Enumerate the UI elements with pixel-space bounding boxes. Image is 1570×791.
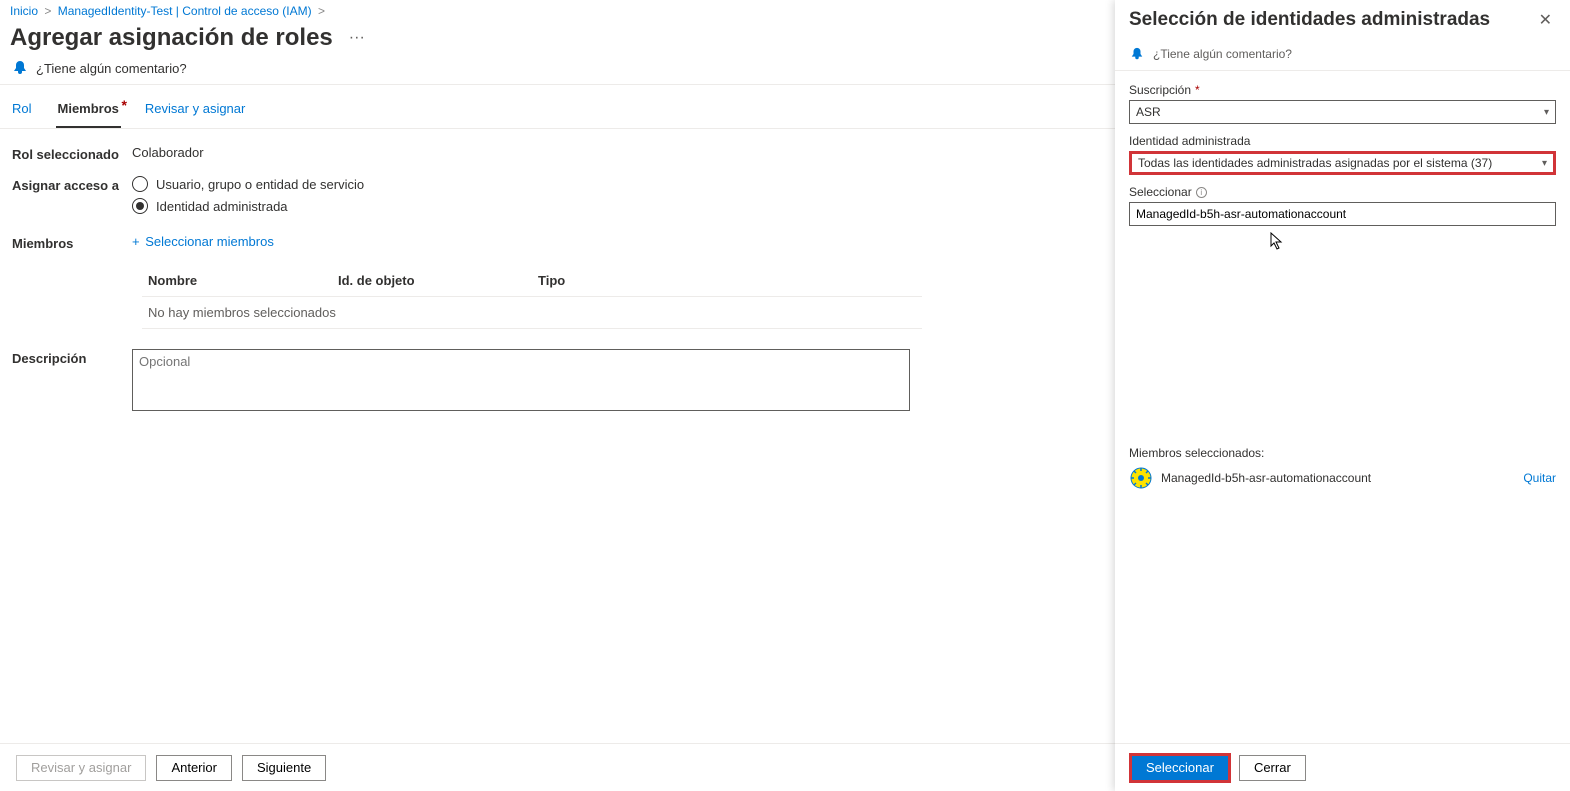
managed-identity-label: Identidad administrada bbox=[1129, 134, 1556, 148]
feedback-text: ¿Tiene algún comentario? bbox=[36, 61, 187, 76]
description-label: Descripción bbox=[12, 349, 132, 366]
tab-members[interactable]: Miembros * bbox=[56, 95, 121, 128]
more-icon[interactable]: ··· bbox=[349, 29, 365, 47]
subscription-label: Suscripción* bbox=[1129, 83, 1556, 97]
tab-review[interactable]: Revisar y asignar bbox=[143, 95, 247, 128]
select-input[interactable] bbox=[1129, 202, 1556, 226]
review-assign-button: Revisar y asignar bbox=[16, 755, 146, 781]
radio-icon bbox=[132, 176, 148, 192]
select-label: Seleccionar i bbox=[1129, 185, 1556, 199]
chevron-down-icon: ▾ bbox=[1544, 107, 1549, 118]
breadcrumb-home[interactable]: Inicio bbox=[10, 4, 38, 18]
remove-member-link[interactable]: Quitar bbox=[1523, 471, 1556, 485]
next-button[interactable]: Siguiente bbox=[242, 755, 326, 781]
select-managed-identities-panel: Selección de identidades administradas ✕… bbox=[1115, 0, 1570, 791]
assign-access-label: Asignar acceso a bbox=[12, 176, 132, 193]
selected-role-label: Rol seleccionado bbox=[12, 145, 132, 162]
subscription-value: ASR bbox=[1136, 105, 1161, 119]
breadcrumb: Inicio > ManagedIdentity-Test | Control … bbox=[0, 0, 1115, 22]
previous-button[interactable]: Anterior bbox=[156, 755, 232, 781]
radio-user-label: Usuario, grupo o entidad de servicio bbox=[156, 177, 364, 192]
managed-identity-dropdown[interactable]: Todas las identidades administradas asig… bbox=[1129, 151, 1556, 175]
close-icon[interactable]: ✕ bbox=[1535, 6, 1556, 34]
col-name: Nombre bbox=[148, 273, 338, 288]
radio-user-group[interactable]: Usuario, grupo o entidad de servicio bbox=[132, 176, 1103, 192]
panel-feedback-text: ¿Tiene algún comentario? bbox=[1153, 47, 1292, 61]
select-button[interactable]: Seleccionar bbox=[1129, 753, 1231, 783]
feedback-link[interactable]: ¿Tiene algún comentario? bbox=[0, 60, 1115, 85]
managed-identity-value: Todas las identidades administradas asig… bbox=[1138, 156, 1492, 170]
selected-member-name: ManagedId-b5h-asr-automationaccount bbox=[1161, 471, 1371, 485]
close-button[interactable]: Cerrar bbox=[1239, 755, 1306, 781]
selected-role-value: Colaborador bbox=[132, 145, 1103, 160]
required-dot-icon: * bbox=[121, 97, 126, 113]
selected-members-label: Miembros seleccionados: bbox=[1129, 446, 1556, 460]
feedback-icon bbox=[12, 60, 28, 76]
tab-role[interactable]: Rol bbox=[10, 95, 34, 128]
tabs: Rol Miembros * Revisar y asignar bbox=[0, 89, 1115, 129]
plus-icon: + bbox=[132, 234, 140, 249]
chevron-down-icon: ▾ bbox=[1542, 158, 1547, 169]
select-members-text: Seleccionar miembros bbox=[145, 234, 274, 249]
members-label: Miembros bbox=[12, 234, 132, 251]
selected-member-row: ManagedId-b5h-asr-automationaccount Quit… bbox=[1129, 466, 1556, 490]
col-type: Tipo bbox=[538, 273, 658, 288]
info-icon[interactable]: i bbox=[1196, 187, 1207, 198]
footer-bar: Revisar y asignar Anterior Siguiente bbox=[0, 743, 1115, 791]
radio-icon bbox=[132, 198, 148, 214]
col-objectid: Id. de objeto bbox=[338, 273, 538, 288]
feedback-icon bbox=[1129, 46, 1145, 62]
table-empty-row: No hay miembros seleccionados bbox=[142, 297, 922, 329]
members-table: Nombre Id. de objeto Tipo No hay miembro… bbox=[142, 265, 922, 329]
panel-feedback-link[interactable]: ¿Tiene algún comentario? bbox=[1115, 38, 1570, 71]
subscription-dropdown[interactable]: ASR ▾ bbox=[1129, 100, 1556, 124]
panel-title: Selección de identidades administradas bbox=[1129, 9, 1490, 31]
description-input[interactable] bbox=[132, 349, 910, 411]
select-members-link[interactable]: + Seleccionar miembros bbox=[132, 234, 274, 249]
breadcrumb-item[interactable]: ManagedIdentity-Test | Control de acceso… bbox=[58, 4, 312, 18]
radio-mi-label: Identidad administrada bbox=[156, 199, 288, 214]
tab-members-label: Miembros bbox=[58, 101, 119, 116]
page-title: Agregar asignación de roles bbox=[10, 24, 333, 52]
gear-icon bbox=[1129, 466, 1153, 490]
radio-managed-identity[interactable]: Identidad administrada bbox=[132, 198, 1103, 214]
